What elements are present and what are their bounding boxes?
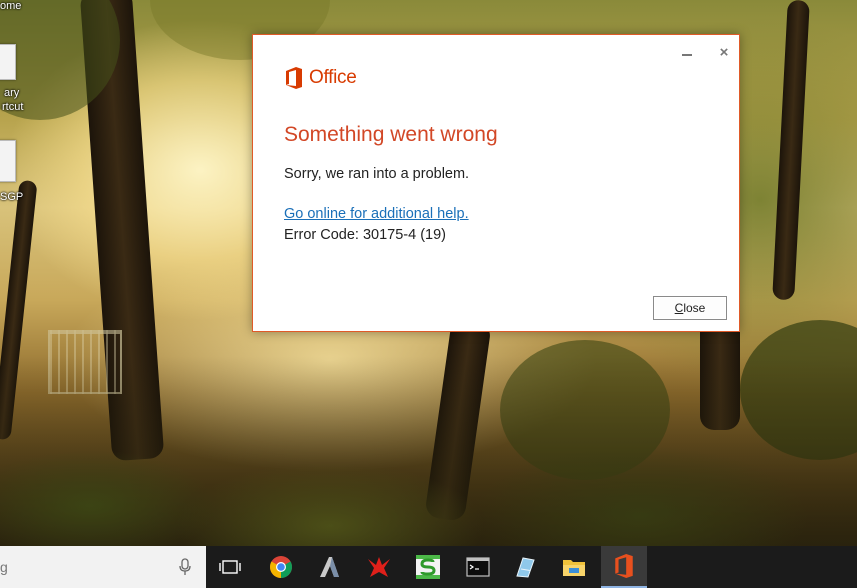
red-app-glyph bbox=[368, 557, 390, 577]
office-logo-icon bbox=[286, 67, 302, 89]
app-name: Office bbox=[309, 67, 357, 88]
chrome-glyph bbox=[270, 556, 292, 578]
minimize-button[interactable] bbox=[679, 45, 695, 61]
close-button[interactable]: Close bbox=[653, 296, 727, 320]
desktop-icon-label[interactable]: ary bbox=[4, 87, 19, 99]
office-logo: Office bbox=[285, 66, 357, 90]
desktop-shortcut-icon[interactable] bbox=[0, 44, 16, 80]
tree-trunk bbox=[772, 0, 810, 301]
error-code: Error Code: 30175-4 (19) bbox=[284, 227, 446, 243]
chrome-icon[interactable] bbox=[258, 546, 304, 588]
desktop-icon-label[interactable]: SGP bbox=[0, 191, 23, 203]
green-s-app-icon[interactable] bbox=[405, 546, 451, 588]
desktop-icon-label[interactable]: rtcut bbox=[2, 101, 23, 113]
red-app-icon[interactable] bbox=[356, 546, 402, 588]
command-prompt-icon[interactable] bbox=[455, 546, 501, 588]
folder-glyph bbox=[563, 560, 585, 576]
search-placeholder: g bbox=[0, 559, 8, 575]
taskbar: g bbox=[0, 546, 857, 588]
autocad-glyph bbox=[320, 557, 339, 577]
desktop-icon-label[interactable]: ome bbox=[0, 0, 21, 12]
grass bbox=[0, 356, 857, 546]
task-view-glyph bbox=[219, 560, 241, 574]
close-button-label: lose bbox=[683, 301, 706, 315]
green-s-glyph bbox=[416, 555, 440, 579]
cmd-glyph bbox=[466, 557, 490, 577]
autocad-icon[interactable] bbox=[307, 546, 353, 588]
notebook-app-icon[interactable] bbox=[502, 546, 548, 588]
online-help-link[interactable]: Go online for additional help. bbox=[284, 206, 469, 222]
office-glyph bbox=[615, 554, 633, 578]
file-explorer-icon[interactable] bbox=[551, 546, 597, 588]
close-window-button[interactable]: × bbox=[716, 45, 732, 61]
error-heading: Something went wrong bbox=[284, 123, 498, 146]
task-view-icon[interactable] bbox=[207, 546, 253, 588]
microphone-icon[interactable] bbox=[178, 558, 192, 576]
desktop-file-icon[interactable] bbox=[0, 140, 16, 182]
office-error-dialog: × Office Something went wrong Sorry, we … bbox=[252, 34, 740, 332]
notebook-glyph bbox=[516, 557, 535, 578]
office-icon[interactable] bbox=[601, 546, 647, 588]
taskbar-search-box[interactable]: g bbox=[0, 546, 206, 588]
error-message: Sorry, we ran into a problem. bbox=[284, 166, 470, 182]
